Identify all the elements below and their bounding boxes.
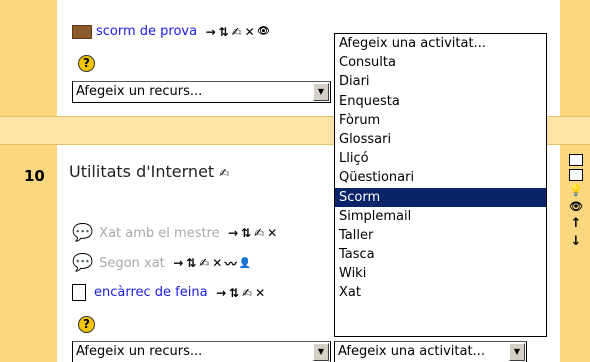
edit-icon[interactable]: ✍: [199, 256, 210, 270]
dropdown-option[interactable]: Fòrum: [335, 111, 546, 130]
help-icon[interactable]: ?: [78, 55, 95, 72]
edit-icon[interactable]: ✍: [254, 226, 265, 240]
edit-summary-icon[interactable]: ✍: [219, 166, 229, 180]
activity-row: 💬 Segon xat → ⇅ ✍ ✕ 〰 👤: [72, 253, 251, 273]
dropdown-option-selected[interactable]: Scorm: [335, 187, 546, 207]
activity-link[interactable]: Segon xat: [99, 256, 165, 271]
move-updown-icon[interactable]: ⇅: [218, 25, 229, 39]
dropdown-option[interactable]: Glossari: [335, 130, 546, 149]
dropdown-arrow-icon[interactable]: ▼: [313, 343, 329, 361]
package-icon: [72, 24, 92, 39]
move-up-icon[interactable]: ↑: [571, 216, 582, 231]
add-activity-select[interactable]: Afegeix una activitat... ▼: [334, 341, 527, 362]
dropdown-option[interactable]: Taller: [335, 226, 546, 245]
delete-icon[interactable]: ✕: [255, 286, 266, 300]
edit-icon[interactable]: ✍: [231, 25, 242, 39]
delete-icon[interactable]: ✕: [212, 256, 223, 270]
show-only-section-icon[interactable]: [569, 169, 583, 181]
edit-icon[interactable]: ✍: [242, 286, 253, 300]
dropdown-option[interactable]: Lliçó: [335, 149, 546, 168]
add-resource-select[interactable]: Afegeix un recurs... ▼: [72, 341, 331, 362]
activity-dropdown-list[interactable]: Afegeix una activitat... Consulta Diari …: [334, 33, 547, 337]
show-only-section-icon[interactable]: [569, 154, 583, 166]
lightbulb-icon[interactable]: 💡: [569, 184, 583, 197]
add-resource-select[interactable]: Afegeix un recurs... ▼: [72, 81, 331, 103]
dropdown-option[interactable]: Diari: [335, 72, 546, 91]
section-title: Utilitats d'Internet ✍: [69, 162, 229, 181]
delete-icon[interactable]: ✕: [267, 226, 278, 240]
dropdown-option[interactable]: Afegeix una activitat...: [335, 34, 546, 53]
dropdown-option[interactable]: Wiki: [335, 264, 546, 283]
section-title-text: Utilitats d'Internet: [69, 162, 215, 181]
add-resource-value: Afegeix un recurs...: [76, 84, 203, 99]
show-icon[interactable]: 👁: [257, 26, 270, 37]
dropdown-option[interactable]: Tasca: [335, 245, 546, 264]
user-icon[interactable]: 👤: [239, 258, 251, 269]
activity-row: 💬 Xat amb el mestre → ⇅ ✍ ✕: [72, 223, 278, 243]
move-right-icon[interactable]: →: [228, 226, 239, 240]
move-updown-icon[interactable]: ⇅: [229, 286, 240, 300]
dropdown-option[interactable]: Consulta: [335, 53, 546, 72]
activity-row: encàrrec de feina → ⇅ ✍ ✕: [72, 284, 266, 301]
dropdown-arrow-icon[interactable]: ▼: [509, 343, 525, 361]
move-right-icon[interactable]: →: [216, 286, 227, 300]
activity-link[interactable]: Xat amb el mestre: [99, 226, 219, 241]
chat-icon: 💬: [72, 253, 94, 273]
eye-icon[interactable]: 👁: [569, 200, 583, 213]
chat-icon: 💬: [72, 223, 94, 243]
move-right-icon[interactable]: →: [173, 256, 184, 270]
help-icon[interactable]: ?: [78, 316, 95, 333]
dropdown-option[interactable]: Enquesta: [335, 92, 546, 111]
section-controls: 💡 👁 ↑ ↓: [566, 154, 586, 249]
activity-link[interactable]: encàrrec de feina: [94, 285, 208, 300]
activity-row: scorm de prova → ⇅ ✍ ✕ 👁: [72, 24, 270, 39]
add-activity-value: Afegeix una activitat...: [338, 344, 485, 359]
hide-icon[interactable]: 〰: [225, 255, 237, 272]
move-updown-icon[interactable]: ⇅: [241, 226, 252, 240]
delete-icon[interactable]: ✕: [244, 25, 255, 39]
dropdown-option[interactable]: Simplemail: [335, 207, 546, 226]
assignment-icon: [72, 284, 86, 301]
activity-link[interactable]: scorm de prova: [96, 24, 197, 39]
dropdown-arrow-icon[interactable]: ▼: [313, 83, 329, 101]
move-down-icon[interactable]: ↓: [571, 234, 582, 249]
dropdown-option[interactable]: Qüestionari: [335, 168, 546, 187]
section-number: 10: [24, 167, 45, 185]
move-right-icon[interactable]: →: [205, 25, 216, 39]
add-resource-value: Afegeix un recurs...: [76, 344, 203, 359]
move-updown-icon[interactable]: ⇅: [186, 256, 197, 270]
dropdown-option[interactable]: Xat: [335, 283, 546, 302]
